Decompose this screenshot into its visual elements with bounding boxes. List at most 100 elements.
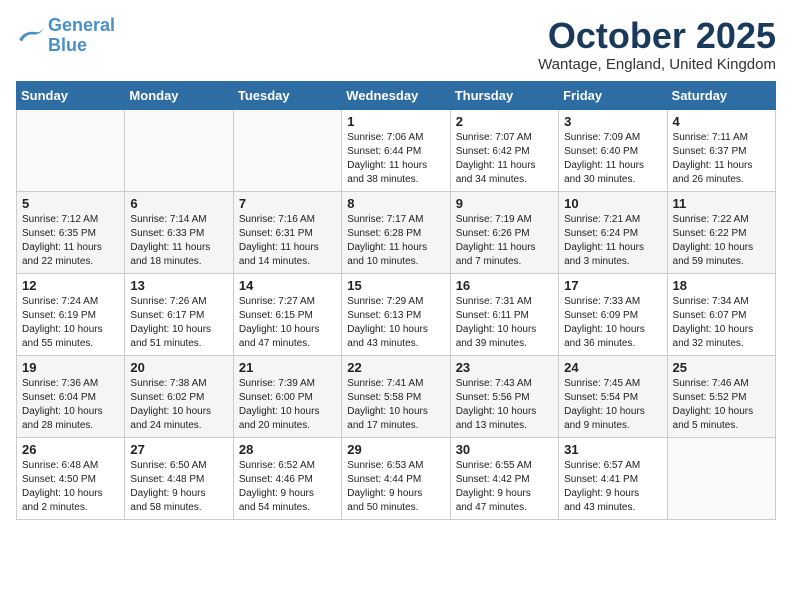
location: Wantage, England, United Kingdom bbox=[538, 56, 776, 73]
day-info: Sunrise: 7:31 AM Sunset: 6:11 PM Dayligh… bbox=[456, 295, 553, 351]
day-number: 21 bbox=[239, 360, 336, 375]
calendar-cell: 4 Sunrise: 7:11 AM Sunset: 6:37 PM Daylig… bbox=[667, 109, 775, 191]
calendar-week-1: 1Sunrise: 7:06 AM Sunset: 6:44 PM Daylig… bbox=[17, 109, 776, 191]
day-number: 12 bbox=[22, 278, 119, 293]
calendar-week-2: 5Sunrise: 7:12 AM Sunset: 6:35 PM Daylig… bbox=[17, 191, 776, 273]
day-info: Sunrise: 6:57 AM Sunset: 4:41 PM Dayligh… bbox=[564, 459, 661, 515]
calendar-cell: 11Sunrise: 7:22 AM Sunset: 6:22 PM Dayli… bbox=[667, 191, 775, 273]
weekday-header-row: SundayMondayTuesdayWednesdayThursdayFrid… bbox=[17, 81, 776, 109]
calendar-week-5: 26 Sunrise: 6:48 AM Sunset: 4:50 PM Dayli… bbox=[17, 437, 776, 519]
calendar-table: SundayMondayTuesdayWednesdayThursdayFrid… bbox=[16, 81, 776, 520]
calendar-cell: 19 Sunrise: 7:36 AM Sunset: 6:04 PM Dayli… bbox=[17, 355, 125, 437]
day-number: 11 bbox=[673, 196, 770, 211]
day-number: 24 bbox=[564, 360, 661, 375]
day-info: Sunrise: 7:36 AM Sunset: 6:04 PM Dayligh… bbox=[22, 377, 119, 433]
calendar-cell: 17 Sunrise: 7:33 AM Sunset: 6:09 PM Dayli… bbox=[559, 273, 667, 355]
calendar-cell: 16 Sunrise: 7:31 AM Sunset: 6:11 PM Dayli… bbox=[450, 273, 558, 355]
calendar-cell bbox=[667, 437, 775, 519]
day-info: Sunrise: 6:52 AM Sunset: 4:46 PM Dayligh… bbox=[239, 459, 336, 515]
day-number: 20 bbox=[130, 360, 227, 375]
calendar-cell: 24Sunrise: 7:45 AM Sunset: 5:54 PM Dayli… bbox=[559, 355, 667, 437]
day-number: 8 bbox=[347, 196, 444, 211]
day-number: 4 bbox=[673, 114, 770, 129]
calendar-cell: 21 Sunrise: 7:39 AM Sunset: 6:00 PM Dayli… bbox=[233, 355, 341, 437]
calendar-cell: 10Sunrise: 7:21 AM Sunset: 6:24 PM Dayli… bbox=[559, 191, 667, 273]
day-info: Sunrise: 7:21 AM Sunset: 6:24 PM Dayligh… bbox=[564, 213, 661, 269]
day-info: Sunrise: 7:34 AM Sunset: 6:07 PM Dayligh… bbox=[673, 295, 770, 351]
calendar-cell: 28 Sunrise: 6:52 AM Sunset: 4:46 PM Dayli… bbox=[233, 437, 341, 519]
calendar-cell: 23 Sunrise: 7:43 AM Sunset: 5:56 PM Dayli… bbox=[450, 355, 558, 437]
day-number: 9 bbox=[456, 196, 553, 211]
day-number: 28 bbox=[239, 442, 336, 457]
calendar-cell bbox=[125, 109, 233, 191]
day-number: 29 bbox=[347, 442, 444, 457]
day-number: 18 bbox=[673, 278, 770, 293]
calendar-cell: 31 Sunrise: 6:57 AM Sunset: 4:41 PM Dayli… bbox=[559, 437, 667, 519]
day-info: Sunrise: 7:29 AM Sunset: 6:13 PM Dayligh… bbox=[347, 295, 444, 351]
weekday-header-friday: Friday bbox=[559, 81, 667, 109]
day-number: 30 bbox=[456, 442, 553, 457]
day-info: Sunrise: 6:48 AM Sunset: 4:50 PM Dayligh… bbox=[22, 459, 119, 515]
calendar-cell: 25 Sunrise: 7:46 AM Sunset: 5:52 PM Dayli… bbox=[667, 355, 775, 437]
day-info: Sunrise: 7:24 AM Sunset: 6:19 PM Dayligh… bbox=[22, 295, 119, 351]
day-info: Sunrise: 7:33 AM Sunset: 6:09 PM Dayligh… bbox=[564, 295, 661, 351]
calendar-cell: 3 Sunrise: 7:09 AM Sunset: 6:40 PM Daylig… bbox=[559, 109, 667, 191]
calendar-cell: 5Sunrise: 7:12 AM Sunset: 6:35 PM Daylig… bbox=[17, 191, 125, 273]
weekday-header-wednesday: Wednesday bbox=[342, 81, 450, 109]
day-number: 6 bbox=[130, 196, 227, 211]
calendar-week-3: 12 Sunrise: 7:24 AM Sunset: 6:19 PM Dayli… bbox=[17, 273, 776, 355]
day-info: Sunrise: 7:17 AM Sunset: 6:28 PM Dayligh… bbox=[347, 213, 444, 269]
day-number: 31 bbox=[564, 442, 661, 457]
day-number: 19 bbox=[22, 360, 119, 375]
calendar-cell: 30 Sunrise: 6:55 AM Sunset: 4:42 PM Dayli… bbox=[450, 437, 558, 519]
calendar-cell: 22Sunrise: 7:41 AM Sunset: 5:58 PM Dayli… bbox=[342, 355, 450, 437]
day-number: 25 bbox=[673, 360, 770, 375]
calendar-cell bbox=[17, 109, 125, 191]
calendar-cell: 26 Sunrise: 6:48 AM Sunset: 4:50 PM Dayli… bbox=[17, 437, 125, 519]
page-header: General Blue October 2025 Wantage, Engla… bbox=[16, 16, 776, 73]
calendar-week-4: 19 Sunrise: 7:36 AM Sunset: 6:04 PM Dayli… bbox=[17, 355, 776, 437]
day-number: 14 bbox=[239, 278, 336, 293]
day-number: 7 bbox=[239, 196, 336, 211]
weekday-header-thursday: Thursday bbox=[450, 81, 558, 109]
day-info: Sunrise: 7:27 AM Sunset: 6:15 PM Dayligh… bbox=[239, 295, 336, 351]
day-number: 27 bbox=[130, 442, 227, 457]
day-info: Sunrise: 7:26 AM Sunset: 6:17 PM Dayligh… bbox=[130, 295, 227, 351]
day-number: 2 bbox=[456, 114, 553, 129]
day-info: Sunrise: 7:11 AM Sunset: 6:37 PM Dayligh… bbox=[673, 131, 770, 187]
weekday-header-sunday: Sunday bbox=[17, 81, 125, 109]
title-block: October 2025 Wantage, England, United Ki… bbox=[538, 16, 776, 73]
day-info: Sunrise: 7:46 AM Sunset: 5:52 PM Dayligh… bbox=[673, 377, 770, 433]
day-number: 23 bbox=[456, 360, 553, 375]
day-number: 16 bbox=[456, 278, 553, 293]
calendar-cell: 8 Sunrise: 7:17 AM Sunset: 6:28 PM Daylig… bbox=[342, 191, 450, 273]
calendar-cell: 9 Sunrise: 7:19 AM Sunset: 6:26 PM Daylig… bbox=[450, 191, 558, 273]
day-info: Sunrise: 7:07 AM Sunset: 6:42 PM Dayligh… bbox=[456, 131, 553, 187]
calendar-cell: 29 Sunrise: 6:53 AM Sunset: 4:44 PM Dayli… bbox=[342, 437, 450, 519]
day-info: Sunrise: 7:39 AM Sunset: 6:00 PM Dayligh… bbox=[239, 377, 336, 433]
calendar-cell: 7Sunrise: 7:16 AM Sunset: 6:31 PM Daylig… bbox=[233, 191, 341, 273]
day-info: Sunrise: 6:50 AM Sunset: 4:48 PM Dayligh… bbox=[130, 459, 227, 515]
month-title: October 2025 bbox=[538, 16, 776, 56]
day-info: Sunrise: 7:09 AM Sunset: 6:40 PM Dayligh… bbox=[564, 131, 661, 187]
day-info: Sunrise: 7:19 AM Sunset: 6:26 PM Dayligh… bbox=[456, 213, 553, 269]
calendar-cell bbox=[233, 109, 341, 191]
day-number: 17 bbox=[564, 278, 661, 293]
calendar-cell: 2 Sunrise: 7:07 AM Sunset: 6:42 PM Daylig… bbox=[450, 109, 558, 191]
weekday-header-monday: Monday bbox=[125, 81, 233, 109]
day-info: Sunrise: 7:38 AM Sunset: 6:02 PM Dayligh… bbox=[130, 377, 227, 433]
day-info: Sunrise: 6:53 AM Sunset: 4:44 PM Dayligh… bbox=[347, 459, 444, 515]
calendar-cell: 20 Sunrise: 7:38 AM Sunset: 6:02 PM Dayli… bbox=[125, 355, 233, 437]
day-info: Sunrise: 7:06 AM Sunset: 6:44 PM Dayligh… bbox=[347, 131, 444, 187]
day-info: Sunrise: 7:43 AM Sunset: 5:56 PM Dayligh… bbox=[456, 377, 553, 433]
calendar-cell: 1Sunrise: 7:06 AM Sunset: 6:44 PM Daylig… bbox=[342, 109, 450, 191]
logo-icon bbox=[16, 26, 44, 46]
calendar-cell: 27 Sunrise: 6:50 AM Sunset: 4:48 PM Dayli… bbox=[125, 437, 233, 519]
day-info: Sunrise: 6:55 AM Sunset: 4:42 PM Dayligh… bbox=[456, 459, 553, 515]
day-number: 15 bbox=[347, 278, 444, 293]
day-number: 26 bbox=[22, 442, 119, 457]
calendar-cell: 6Sunrise: 7:14 AM Sunset: 6:33 PM Daylig… bbox=[125, 191, 233, 273]
logo: General Blue bbox=[16, 16, 115, 56]
calendar-cell: 18 Sunrise: 7:34 AM Sunset: 6:07 PM Dayli… bbox=[667, 273, 775, 355]
day-number: 3 bbox=[564, 114, 661, 129]
